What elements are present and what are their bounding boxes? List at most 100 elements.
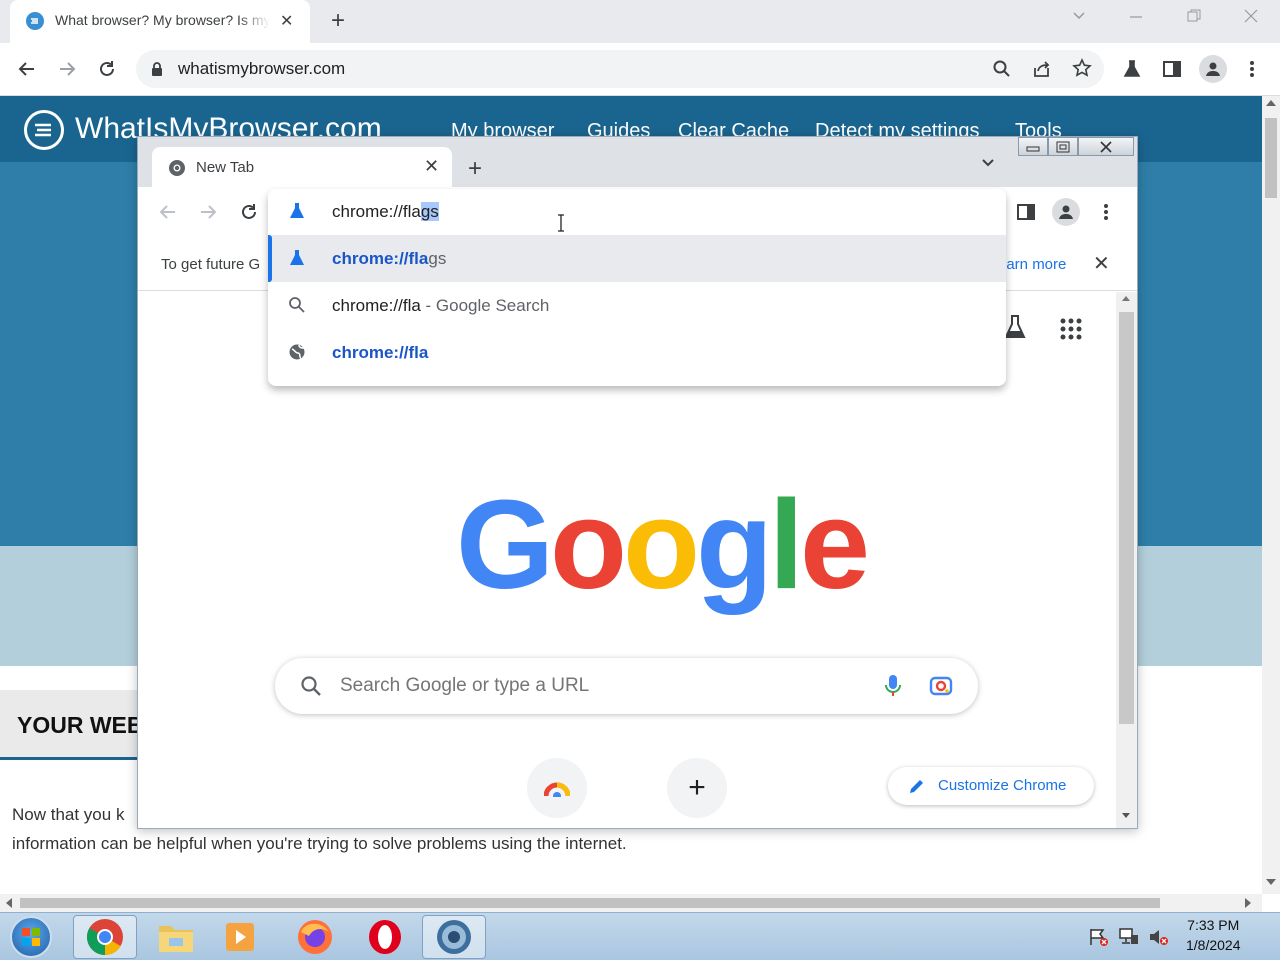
inner-minimize-icon[interactable] [1018,137,1048,156]
inner-restore-icon[interactable] [1048,137,1078,156]
inner-tab-search-chevron-icon[interactable] [980,155,996,176]
volume-muted-icon[interactable] [1148,927,1170,952]
customize-chrome-label: Customize Chrome [938,777,1067,794]
autocomplete-selection: gs [420,202,439,221]
outer-tab-strip: What browser? My browser? Is my browser … [0,0,1280,43]
inner-back-arrow-icon[interactable] [158,202,178,227]
outer-tab-whatismybrowser[interactable]: What browser? My browser? Is my browser … [10,0,310,43]
whatismybrowser-favicon-icon [26,12,44,30]
zoom-search-icon[interactable] [992,59,1012,84]
inner-tab-strip: New Tab ✕ + [138,137,1137,187]
search-icon [288,296,308,316]
page-vertical-scroll-thumb[interactable] [1265,118,1277,198]
infobar-close-icon[interactable]: ✕ [1093,251,1110,276]
taskbar-clock[interactable]: 7:33 PM 1/8/2024 [1186,915,1241,955]
reload-icon[interactable] [95,57,119,81]
section-heading-box: YOUR WEB [0,690,150,760]
site-logo-icon[interactable] [24,110,64,150]
infobar-learn-more-link[interactable]: earn more [998,256,1066,273]
outer-tab-close-icon[interactable]: ✕ [280,11,293,31]
minimize-icon[interactable] [1128,8,1144,29]
start-button-windows-icon[interactable] [10,916,52,958]
profile-avatar-icon[interactable] [1199,55,1227,83]
taskbar-file-explorer-icon[interactable] [144,915,208,959]
menu-kebab-icon[interactable] [1240,57,1264,81]
page-horizontal-scroll-thumb[interactable] [20,898,1160,908]
customize-chrome-button[interactable]: Customize Chrome [888,767,1094,805]
pencil-icon [908,777,926,800]
scroll-left-arrow-icon[interactable] [6,898,12,908]
lock-icon[interactable] [150,61,164,82]
voice-search-mic-icon[interactable] [885,674,901,703]
taskbar-chrome-icon[interactable] [73,915,137,959]
bookmark-star-icon[interactable] [1072,58,1092,83]
suggestion-row[interactable]: chrome://fla [268,329,1006,376]
google-logo-letter: l [768,474,804,615]
inner-close-window-icon[interactable] [1078,137,1134,156]
intro-line-2: information can be helpful when you're t… [12,834,627,853]
clock-time: 7:33 PM [1187,917,1240,933]
taskbar-opera-icon[interactable] [353,915,417,959]
google-lens-camera-icon[interactable] [929,675,953,702]
inner-side-panel-icon[interactable] [1016,202,1036,227]
suggestion-row[interactable]: chrome://flags [268,235,1006,282]
outer-address-bar[interactable]: whatismybrowser.com [136,50,1104,88]
suggestion-text: chrome://fla [332,343,428,363]
tab-search-chevron-icon[interactable] [1071,8,1087,29]
taskbar-firefox-icon[interactable] [283,915,347,959]
suggestion-text: chrome://fla - Google Search [332,296,549,316]
ntp-search-input[interactable] [340,670,860,702]
google-logo-letter: o [550,474,627,615]
page-vertical-scrollbar[interactable] [1262,96,1280,894]
scroll-down-arrow-icon[interactable] [1266,879,1276,885]
taskbar-media-player-icon[interactable] [208,915,272,959]
share-icon[interactable] [1032,59,1052,84]
suggestion-match: chrome://fla [332,249,429,268]
action-center-flag-icon[interactable] [1088,927,1110,952]
inner-tab-close-icon[interactable]: ✕ [424,156,439,177]
inner-scroll-down-arrow-icon[interactable] [1122,813,1130,818]
network-icon[interactable] [1118,927,1140,952]
suggestion-match: chrome://fla [332,343,429,362]
scroll-right-arrow-icon[interactable] [1245,898,1251,908]
google-logo-letter: G [456,474,554,615]
ntp-search-icon [300,675,322,702]
inner-new-tab-button[interactable]: + [468,155,482,183]
inner-vertical-scrollbar[interactable] [1116,292,1137,828]
back-arrow-icon[interactable] [15,57,39,81]
outer-new-tab-button[interactable]: + [323,6,353,36]
side-panel-icon[interactable] [1160,57,1184,81]
suggestion-rest: - Google Search [420,296,550,315]
google-logo-letter: o [622,474,700,615]
inner-vertical-scroll-thumb[interactable] [1119,312,1134,724]
labs-flask-icon[interactable] [1120,57,1144,81]
add-shortcut-button[interactable]: + [667,758,727,818]
inner-scroll-up-arrow-icon[interactable] [1122,296,1130,301]
taskbar-chrome-canary-icon[interactable] [422,915,486,959]
ntp-search-box[interactable] [275,658,978,714]
page-horizontal-scrollbar[interactable] [0,894,1262,912]
typed-text: chrome://fla [332,202,421,221]
inner-tab-title: New Tab [196,159,255,176]
forward-arrow-icon[interactable] [55,57,79,81]
scroll-up-arrow-icon[interactable] [1266,100,1276,106]
chrome-favicon-icon [168,159,186,177]
inner-forward-arrow-icon[interactable] [198,202,218,227]
shortcut-tile-webstore[interactable] [527,758,587,818]
close-window-icon[interactable] [1243,8,1259,29]
ntp-labs-flask-icon[interactable] [1003,314,1027,345]
inner-tab-new-tab[interactable]: New Tab ✕ [152,147,452,187]
flask-icon [288,249,308,269]
suggestion-match: chrome://fla [332,296,421,315]
restore-icon[interactable] [1186,8,1202,29]
outer-url-text: whatismybrowser.com [178,59,346,78]
address-input-text[interactable]: chrome://flags [332,202,439,222]
windows-taskbar: 7:33 PM 1/8/2024 [0,912,1280,960]
inner-reload-icon[interactable] [239,202,259,227]
section-heading: YOUR WEB [17,712,144,738]
google-apps-grid-icon[interactable] [1060,318,1082,345]
inner-menu-kebab-icon[interactable] [1103,202,1109,227]
inner-profile-avatar-icon[interactable] [1052,198,1080,226]
suggestion-row[interactable]: chrome://fla - Google Search [268,282,1006,329]
inner-address-bar[interactable]: chrome://flags [268,189,1006,235]
